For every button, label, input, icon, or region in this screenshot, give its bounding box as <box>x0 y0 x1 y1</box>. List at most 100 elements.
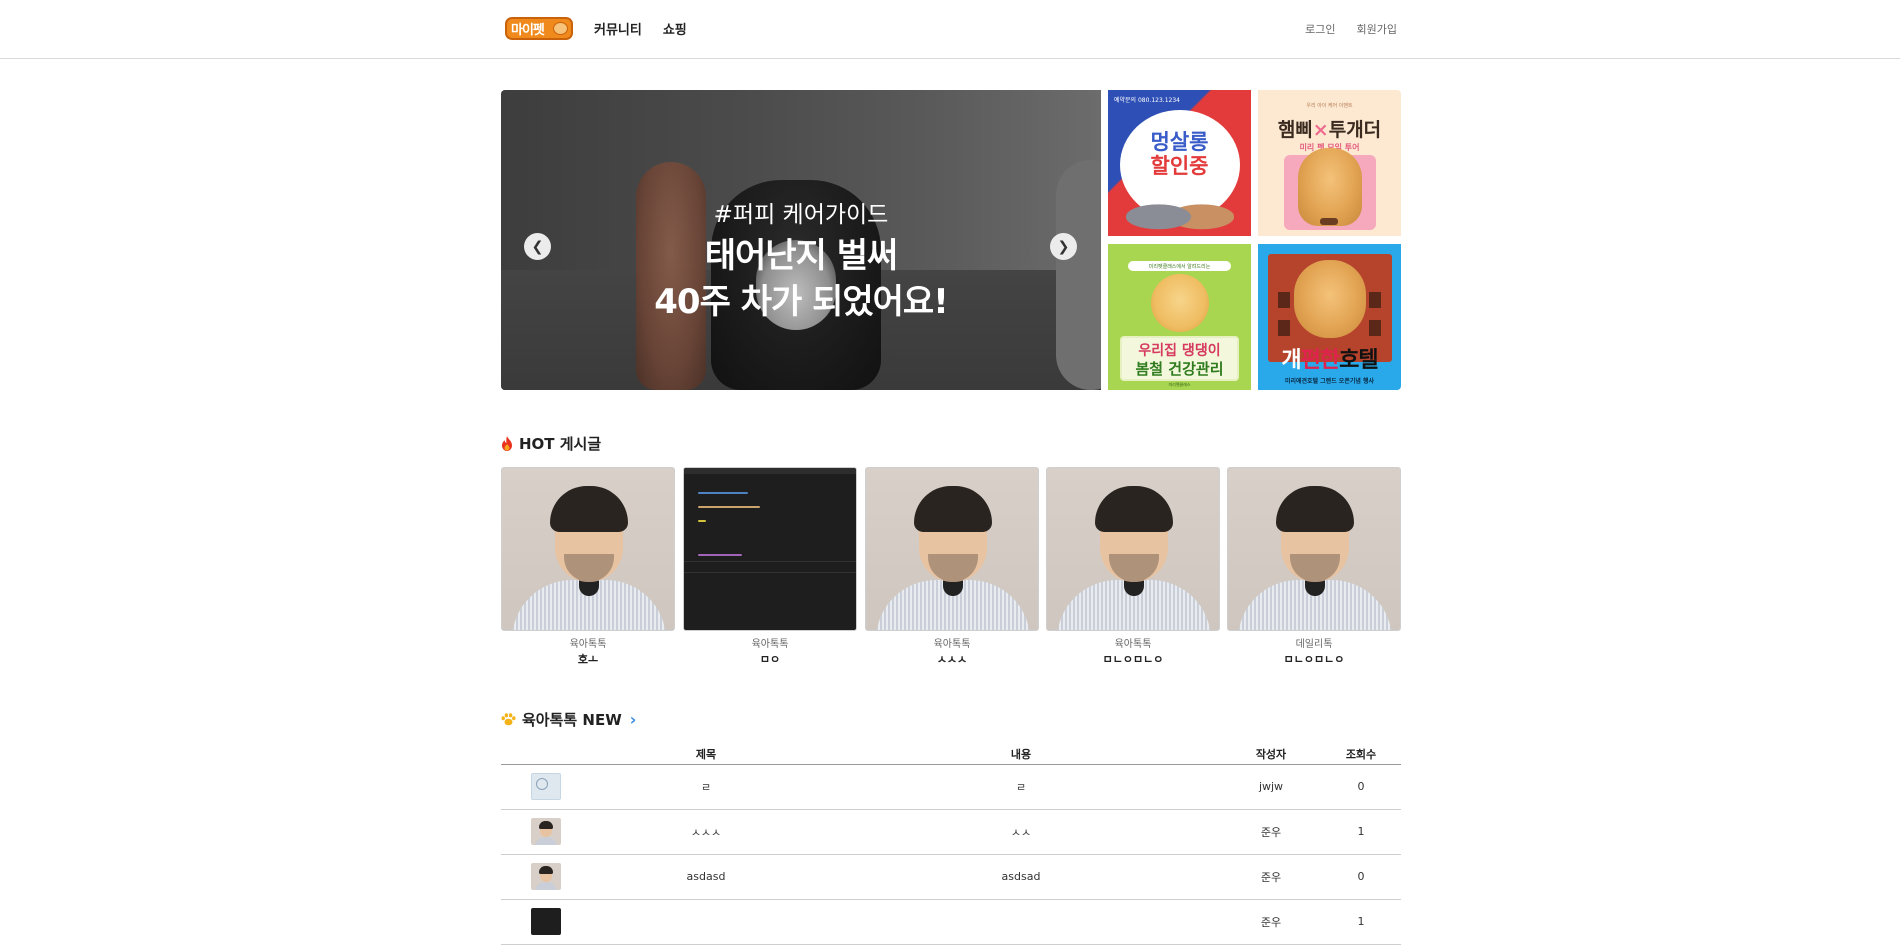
hot-title-text: HOT 게시글 <box>519 435 602 453</box>
header-content: 내용 <box>821 744 1221 765</box>
banner-line1: 우리집 댕댕이 <box>1138 343 1221 359</box>
table-header-row: 제목 내용 작성자 조회수 <box>501 744 1401 765</box>
post-title: 호ㅗ <box>577 653 599 666</box>
banner-tag: 예약문의 080.123.1234 <box>1114 97 1180 104</box>
row-thumbnail <box>501 899 591 945</box>
banner-hotel[interactable]: 개편한호텔 미리애견호텔 그랜드 오픈기념 행사 <box>1258 244 1401 390</box>
header-title: 제목 <box>591 744 821 765</box>
new-title-text: 육아톡톡 NEW <box>522 711 622 729</box>
chevron-right-icon[interactable]: › <box>630 710 637 729</box>
header-views: 조회수 <box>1321 744 1401 765</box>
row-content <box>821 899 1221 945</box>
table-row[interactable]: 준우 1 <box>501 899 1401 945</box>
logo-dog-icon <box>553 22 568 35</box>
banner-title: 햄삐×투개더 <box>1258 115 1401 142</box>
site-header: 마이펫 커뮤니티 쇼핑 로그인 회원가입 <box>0 0 1900 59</box>
post-category: 육아톡톡 <box>569 639 607 650</box>
post-title: ㅅㅅㅅ <box>936 653 968 666</box>
title-part-a: 개 <box>1281 348 1301 373</box>
post-thumbnail <box>501 467 675 631</box>
row-author: 준우 <box>1221 854 1321 900</box>
banner-spring-health[interactable]: 미리펫클래스에서 알려드리는 우리집 댕댕이 봄철 건강관리 미리펫클래스 <box>1108 244 1251 390</box>
title-part-b: 편한 <box>1300 348 1340 373</box>
hero-carousel[interactable]: #퍼피 케어가이드 태어난지 벌써 40주 차가 되었어요! <box>501 90 1101 390</box>
window-shape <box>1369 320 1381 336</box>
chevron-right-icon: ❯ <box>1057 238 1070 255</box>
post-title: ㅁㄴㅇㅁㄴㅇ <box>1102 653 1164 666</box>
post-category: 육아톡톡 <box>1114 639 1152 650</box>
auth-links: 로그인 회원가입 <box>1305 21 1397 37</box>
row-author: 준우 <box>1221 809 1321 855</box>
post-category: 데일리톡 <box>1295 639 1333 650</box>
row-title[interactable]: ㅅㅅㅅ <box>591 809 821 855</box>
chevron-left-icon: ❮ <box>531 238 544 255</box>
carousel-next-button[interactable]: ❯ <box>1050 233 1077 260</box>
signup-link[interactable]: 회원가입 <box>1357 21 1397 37</box>
row-author: 준우 <box>1221 899 1321 945</box>
carousel-prev-button[interactable]: ❮ <box>524 233 551 260</box>
new-posts-table: 제목 내용 작성자 조회수 ㄹ ㄹ jwjw 0 ㅅㅅㅅ ㅅㅅ 준우 1 asd… <box>501 744 1401 945</box>
logo-text: 마이펫 <box>511 23 545 38</box>
cross-mark: × <box>1312 119 1329 141</box>
hot-post-card[interactable]: 데일리톡 ㅁㄴㅇㅁㄴㅇ <box>1227 467 1401 667</box>
table-row[interactable]: ㄹ ㄹ jwjw 0 <box>501 764 1401 810</box>
post-thumbnail <box>1227 467 1401 631</box>
banner-dog-image <box>1298 148 1362 226</box>
row-title[interactable]: ㄹ <box>591 764 821 810</box>
post-thumbnail <box>1046 467 1220 631</box>
row-title[interactable] <box>591 899 821 945</box>
banner-grooming-sale[interactable]: 예약문의 080.123.1234 멍살롱 할인중 <box>1108 90 1251 236</box>
post-category: 육아톡톡 <box>751 639 789 650</box>
hot-post-card[interactable]: 육아톡톡 ㅁㄴㅇㅁㄴㅇ <box>1046 467 1220 667</box>
banner-tag: 우리 아이 케어 이벤트 <box>1306 103 1353 109</box>
hot-post-card[interactable]: 육아톡톡 ㅁㅇ <box>683 467 857 667</box>
row-views: 0 <box>1321 854 1401 900</box>
banner-tag: 미리펫클래스에서 알려드리는 <box>1128 261 1231 271</box>
window-shape <box>1369 292 1381 308</box>
banner-line2: 봄철 건강관리 <box>1135 360 1224 378</box>
row-author: jwjw <box>1221 764 1321 810</box>
hero-title: 태어난지 벌써 40주 차가 되었어요! <box>501 233 1101 325</box>
banner-title: 개편한호텔 <box>1258 342 1401 374</box>
hot-section-title: HOT 게시글 <box>501 433 601 454</box>
post-title: ㅁㅇ <box>759 653 781 666</box>
main-nav: 커뮤니티 쇼핑 <box>594 19 687 38</box>
banner-foot: 미리애견호텔 그랜드 오픈기념 행사 <box>1284 378 1375 385</box>
window-shape <box>1278 320 1290 336</box>
login-link[interactable]: 로그인 <box>1305 21 1335 37</box>
row-thumbnail <box>501 764 591 810</box>
post-thumbnail <box>865 467 1039 631</box>
hero-subtitle: #퍼피 케어가이드 <box>713 202 889 228</box>
banner-dog-image <box>1294 260 1366 338</box>
nav-shopping[interactable]: 쇼핑 <box>663 19 687 38</box>
nav-community[interactable]: 커뮤니티 <box>594 19 642 38</box>
banner-dog-image <box>1151 274 1209 332</box>
bowtie-icon <box>1320 218 1338 225</box>
site-logo[interactable]: 마이펫 <box>505 17 573 40</box>
hero-title-line2: 40주 차가 되었어요! <box>654 282 948 322</box>
hot-post-card[interactable]: 육아톡톡 ㅅㅅㅅ <box>865 467 1039 667</box>
post-thumbnail <box>683 467 857 631</box>
banner-collab-event[interactable]: 우리 아이 케어 이벤트 햄삐×투개더 미리 펫 모임 투어 <box>1258 90 1401 236</box>
table-row[interactable]: ㅅㅅㅅ ㅅㅅ 준우 1 <box>501 809 1401 855</box>
title-part-c: 호텔 <box>1339 348 1378 373</box>
row-title[interactable]: asdasd <box>591 854 821 900</box>
hero-title-line1: 태어난지 벌써 <box>704 236 899 276</box>
new-section-title[interactable]: 육아톡톡 NEW › <box>501 709 636 730</box>
banner-foot: 미리펫클래스 <box>1168 382 1191 387</box>
hot-post-card[interactable]: 육아톡톡 호ㅗ <box>501 467 675 667</box>
header-author: 작성자 <box>1221 744 1321 765</box>
banner-line2: 할인중 <box>1150 154 1209 178</box>
row-content: ㅅㅅ <box>821 809 1221 855</box>
row-views: 1 <box>1321 899 1401 945</box>
row-views: 1 <box>1321 809 1401 855</box>
brand-a: 햄삐 <box>1277 119 1313 141</box>
row-content: ㄹ <box>821 764 1221 810</box>
banner-line1: 멍살롱 <box>1150 130 1209 154</box>
banner-dogs-image <box>1126 188 1234 236</box>
row-content: asdsad <box>821 854 1221 900</box>
row-thumbnail <box>501 809 591 855</box>
header-image <box>501 744 591 765</box>
fire-icon <box>502 436 512 451</box>
table-row[interactable]: asdasd asdsad 준우 0 <box>501 854 1401 900</box>
